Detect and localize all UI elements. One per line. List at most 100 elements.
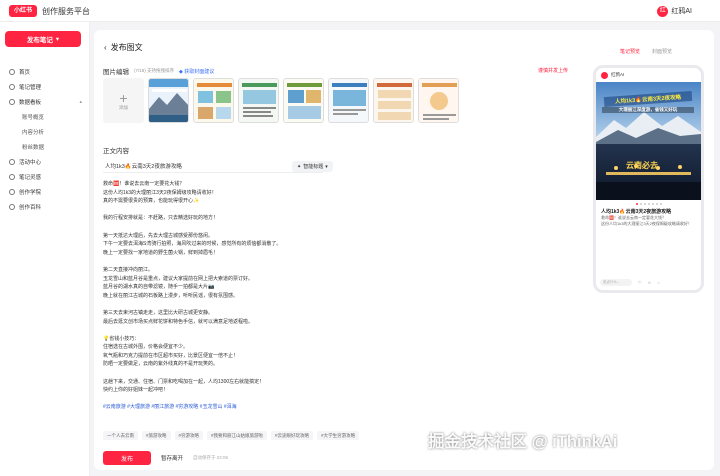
body-paragraph: 第三天去束河古镇走走，这里比大研古城更安静。 最后去逛文创市场买点鲜花饼和特色手… (103, 309, 254, 325)
content-section-title: 正文内容 (103, 148, 129, 155)
body-paragraph: 💡省钱小技巧： 住宿选在古城外围，价格会便宜不少。 氧气瓶和巧克力提前在市区超市… (103, 335, 239, 368)
phone-preview: 红鸦AI 人均1k3🔥云南3天2夜攻略 大理丽江深度游，省钱又好玩 云南必去 人… (593, 65, 704, 293)
note-title-value: 人均1k3🔥云南3天2夜旅游攻略 (105, 164, 182, 170)
sidebar-item-label: 首页 (19, 69, 31, 76)
preview-account-name: 红鸦AI (611, 72, 625, 77)
save-draft-button[interactable]: 暂存离开 (161, 454, 183, 462)
body-paragraph: 这趟下来，交通、住宿、门票和吃喝加在一起，人均1300左右就能搞定！ 快约上你的… (103, 378, 265, 394)
image-thumbnail[interactable] (283, 78, 324, 123)
cover-label: 云南必去 (626, 161, 658, 170)
topic-chip[interactable]: #旅游攻略 (142, 431, 171, 440)
nav-icon (9, 203, 15, 210)
image-thumbnail[interactable] (193, 78, 234, 123)
nav-icon (9, 98, 15, 105)
watermark: 掘金技术社区 @ iThinkAi (428, 433, 618, 451)
nav-icon (9, 83, 15, 90)
autosave-status: 自动保存于 22:06 (193, 455, 229, 460)
sidebar-item-label: 账号概览 (22, 114, 45, 121)
carousel-dot (635, 203, 638, 205)
image-thumbnail[interactable] (238, 78, 279, 123)
body-paragraph: 第一天抵达大理后，先去大理古城感受那份悠闲。 下午一定要去洱海S湾骑行拍照，海风… (103, 232, 282, 256)
sidebar-item-label: 粉丝数据 (22, 144, 45, 151)
top-bar: 小红书 创作服务平台 红 红鸦AI (0, 0, 720, 22)
hashtags-line[interactable]: #云南旅游 #大理旅游 #丽江旅游 #穷游攻略 #玉龙雪山 #洱海 (103, 403, 403, 412)
preview-note-line: 这份人均1k3的大理丽江3天2夜保姆级攻略请收好！ (601, 221, 692, 226)
carousel-dot (639, 203, 642, 205)
topic-chip[interactable]: #我要和丽江山姑娘旅游啦 (207, 431, 268, 440)
image-thumbnail[interactable] (328, 78, 369, 123)
brand-logo[interactable]: 小红书 (9, 5, 37, 17)
heart-icon[interactable]: ♡ (638, 280, 642, 285)
publish-button[interactable]: 发布 (103, 451, 151, 465)
carousel-dot (647, 203, 650, 205)
avatar[interactable]: 红 (657, 5, 669, 17)
sparkle-icon: ✦ (297, 163, 302, 170)
image-section-title: 图片编辑 (103, 69, 129, 76)
platform-title: 创作服务平台 (42, 7, 90, 16)
tab-note-preview[interactable]: 笔记预览 (620, 48, 640, 55)
add-image-label: 添加 (119, 104, 128, 110)
nav-icon (9, 173, 15, 180)
image-thumbnail[interactable] (373, 78, 414, 123)
body-paragraph: 我的行程安排就是：不赶路，只去精选好玩的地方！ (103, 215, 219, 222)
user-name: 红鸦AI (671, 8, 692, 15)
comment-input[interactable]: 说点什么... (600, 279, 632, 286)
editor-panel: ‹ 发布图文 图片编辑 (7/18) 支持拖拽排序 ◆ 获取封面建议 谨慎并发上… (94, 30, 714, 470)
page-header: ‹ 发布图文 (104, 42, 143, 53)
star-icon[interactable]: ☆ (648, 280, 652, 285)
cover-suggestion-link[interactable]: ◆ 获取封面建议 (179, 68, 214, 75)
body-paragraph: 救命🆘！谁说去云南一定要花大钱？ 这份人均1k3的大理丽江3天2夜保姆级攻略请收… (103, 181, 217, 205)
topic-chip[interactable]: 一个人去云南 (103, 431, 138, 440)
user-menu[interactable]: 红 红鸦AI (657, 5, 692, 17)
image-count: (7/18) 支持拖拽排序 (134, 68, 175, 73)
note-title-input[interactable]: 人均1k3🔥云南3天2夜旅游攻略 16/20 (103, 160, 323, 173)
sidebar-item-label: 笔记管理 (19, 84, 42, 91)
avatar (601, 71, 608, 79)
sidebar-item[interactable]: 粉丝数据 (0, 139, 90, 154)
sidebar-item[interactable]: 笔记灵感 (0, 169, 90, 184)
topic-suggestions: 一个人去云南 #旅游攻略 #穷游攻略 #我要和丽江山姑娘旅游啦 #云途眼好玩攻略 #大学生… (103, 431, 360, 440)
body-paragraph: 第二天直接冲向丽江。 玉龙雪山和蓝月谷是重点，建议大家提前在网上把大索道的票订好… (103, 266, 254, 299)
sidebar: 发布笔记 ▾ 首页笔记管理数据看板 ▴ 账号概览内容分析粉丝数据活动中心笔记灵感创作… (0, 22, 90, 476)
sidebar-item-label: 创作学院 (19, 189, 42, 196)
topic-chip[interactable]: #云途眼好玩攻略 (271, 431, 314, 440)
preview-footer: 说点什么... ♡ ☆ ◌ (600, 279, 700, 286)
sidebar-item[interactable]: 笔记管理 (0, 79, 90, 94)
sidebar-item[interactable]: 创作学院 (0, 184, 90, 199)
image-thumbnail[interactable] (418, 78, 459, 123)
chevron-down-icon: ▾ (325, 163, 328, 170)
nav-icon (9, 188, 15, 195)
topic-chip[interactable]: #大学生穷游攻略 (317, 431, 360, 440)
publish-note-button[interactable]: 发布笔记 ▾ (5, 31, 81, 47)
sidebar-item-label: 活动中心 (19, 159, 42, 166)
sidebar-item[interactable]: 首页 (0, 64, 90, 79)
upload-note[interactable]: 谨慎并发上传 (538, 67, 568, 74)
image-thumbnail[interactable] (148, 78, 189, 123)
smart-title-button[interactable]: ✦ 智能标题 ▾ (292, 161, 333, 172)
sidebar-item[interactable]: 账号概览 (0, 109, 90, 124)
publish-note-label: 发布笔记 (26, 37, 53, 44)
chevron-up-icon: ▴ (79, 98, 82, 105)
preview-note-title: 人均1k3🔥云南3天2夜旅游攻略 (601, 209, 672, 215)
sidebar-item[interactable]: 创作百科 (0, 199, 90, 214)
sidebar-item[interactable]: 数据看板 ▴ (0, 94, 90, 109)
tab-cover-preview[interactable]: 封面预览 (652, 48, 672, 55)
topic-chip[interactable]: #穷游攻略 (174, 431, 204, 440)
back-arrow-icon[interactable]: ‹ (104, 43, 107, 52)
note-body-editor[interactable]: 救命🆘！谁说去云南一定要花大钱？ 这份人均1k3的大理丽江3天2夜保姆级攻略请收… (103, 180, 403, 412)
bottom-action-bar: 发布 暂存离开 自动保存于 22:06 (103, 451, 228, 465)
comment-icon[interactable]: ◌ (657, 280, 659, 285)
sidebar-item-label: 笔记灵感 (19, 174, 42, 181)
sidebar-item[interactable]: 内容分析 (0, 124, 90, 139)
sidebar-item[interactable]: 活动中心 (0, 154, 90, 169)
page-title: 发布图文 (110, 43, 143, 52)
preview-cover-image: 人均1k3🔥云南3天2夜攻略 大理丽江深度游，省钱又好玩 云南必去 (596, 82, 701, 200)
chevron-down-icon: ▾ (55, 36, 60, 43)
image-thumbnails: + 添加 (103, 78, 459, 123)
nav-icon (9, 158, 15, 165)
sidebar-nav: 首页笔记管理数据看板 ▴ 账号概览内容分析粉丝数据活动中心笔记灵感创作学院创作百科 (0, 64, 90, 214)
sidebar-item-label: 创作百科 (19, 204, 42, 211)
add-image-button[interactable]: + 添加 (103, 78, 144, 123)
carousel-dot (659, 203, 662, 205)
image-section-header: 图片编辑 (7/18) 支持拖拽排序 ◆ 获取封面建议 (103, 66, 214, 76)
